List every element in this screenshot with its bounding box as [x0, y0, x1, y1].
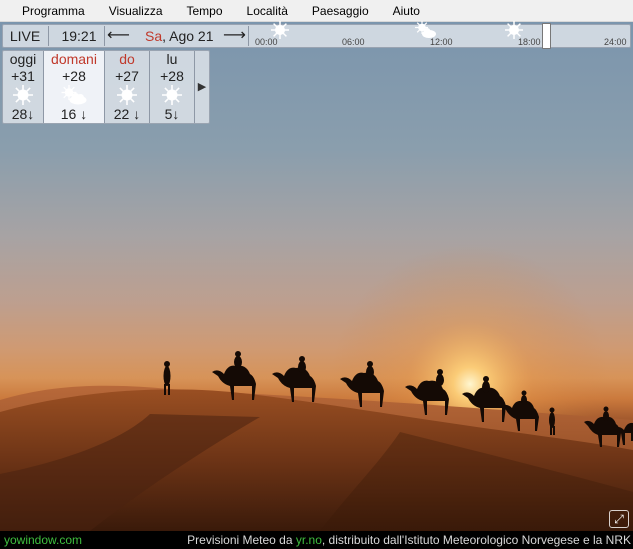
divider: [48, 26, 49, 46]
forecast-day-do[interactable]: do +27 22 ↓: [105, 51, 149, 123]
sun-icon: [105, 85, 149, 105]
menu-paesaggio[interactable]: Paesaggio: [300, 0, 381, 22]
day-name: lu: [166, 51, 178, 67]
arrow-left-icon[interactable]: ⟵: [107, 25, 130, 47]
day-temperature: +28: [160, 68, 184, 84]
menu-bar: Programma Visualizza Tempo Località Paes…: [0, 0, 633, 22]
timeline-label: 06:00: [342, 37, 365, 47]
timeline-label: 00:00: [255, 37, 278, 47]
attribution-prefix: Previsioni Meteo da: [187, 533, 296, 547]
wind-arrow-icon: ↓: [172, 106, 180, 122]
yowindow-link[interactable]: yowindow.com: [4, 531, 82, 549]
divider: [104, 26, 105, 46]
day-timeline[interactable]: 00:00 06:00 12:00 18:00 24:00: [249, 21, 632, 49]
menu-aiuto[interactable]: Aiuto: [381, 0, 432, 22]
day-name: oggi: [9, 51, 37, 67]
yr-link[interactable]: yr.no: [296, 533, 322, 547]
sun-icon: [150, 85, 194, 105]
attribution-suffix: , distribuito dall'Istituto Meteorologic…: [321, 533, 631, 547]
forecast-panel: oggi +31 28↓ domani +28 16 ↓ do +27 22 ↓…: [2, 50, 210, 124]
day-wind: 22 ↓: [105, 105, 149, 123]
day-wind: 16 ↓: [44, 105, 104, 123]
timeline-label: 24:00: [604, 37, 627, 47]
day-name: do: [119, 51, 135, 67]
footer: yowindow.com Previsioni Meteo da yr.no, …: [0, 531, 633, 549]
timeline-label: 18:00: [518, 37, 541, 47]
current-date: Sa, Ago 21: [145, 25, 214, 47]
wind-arrow-icon: ↓: [80, 106, 88, 122]
day-temperature: +31: [11, 68, 35, 84]
partly-cloudy-icon: [44, 85, 104, 105]
forecast-day-lu[interactable]: lu +28 5↓: [150, 51, 194, 123]
wind-speed: 16: [60, 106, 77, 122]
day-wind: 28↓: [3, 105, 43, 123]
day-temperature: +27: [115, 68, 139, 84]
day-temperature: +28: [62, 68, 86, 84]
forecast-day-oggi[interactable]: oggi +31 28↓: [3, 51, 43, 123]
day-wind: 5↓: [150, 105, 194, 123]
date-selector: ⟵ Sa, Ago 21 ⟶: [107, 25, 249, 47]
menu-tempo[interactable]: Tempo: [175, 0, 235, 22]
menu-programma[interactable]: Programma: [0, 0, 97, 22]
wind-arrow-icon: ↓: [27, 106, 35, 122]
wind-speed: 28: [11, 106, 28, 122]
menu-visualizza[interactable]: Visualizza: [97, 0, 175, 22]
fullscreen-icon[interactable]: ⤢: [609, 510, 629, 528]
wind-arrow-icon: ↓: [133, 106, 141, 122]
timeline-label: 12:00: [430, 37, 453, 47]
current-time[interactable]: 19:21: [53, 25, 105, 47]
forecast-next-button[interactable]: ▶: [195, 51, 209, 123]
live-button[interactable]: LIVE: [3, 25, 47, 47]
menu-localita[interactable]: Località: [235, 0, 300, 22]
wind-speed: 22: [113, 106, 130, 122]
sun-icon: [3, 85, 43, 105]
arrow-right-icon[interactable]: ⟶: [223, 25, 246, 47]
attribution: Previsioni Meteo da yr.no, distribuito d…: [187, 531, 631, 549]
forecast-day-domani[interactable]: domani +28 16 ↓: [44, 51, 104, 123]
date-text: , Ago 21: [162, 28, 214, 44]
timeline-slider-handle[interactable]: [542, 23, 551, 49]
time-control-bar: LIVE 19:21 ⟵ Sa, Ago 21 ⟶ 00:00 06:00 12…: [2, 21, 632, 49]
day-of-week: Sa: [145, 28, 163, 44]
day-name: domani: [51, 51, 97, 67]
